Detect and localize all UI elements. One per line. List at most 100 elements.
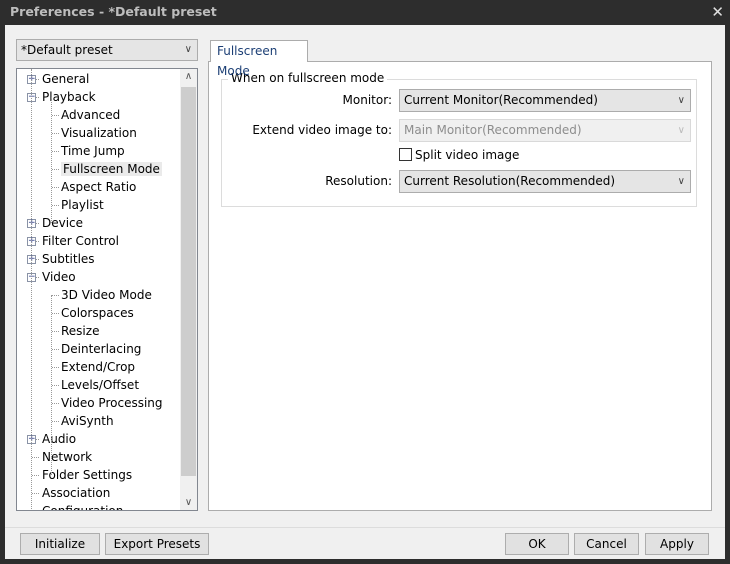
tree-connector [52,349,59,350]
tree-item-label: Video [42,270,76,284]
tree-item[interactable]: Deinterlacing [61,340,141,358]
monitor-value: Current Monitor(Recommended) [404,93,598,107]
tree-item-label: Resize [61,324,100,338]
tree-item[interactable]: Colorspaces [61,304,134,322]
chevron-down-icon: ∨ [184,44,192,55]
tree-item[interactable]: Video [42,268,76,286]
tree-item-label: General [42,72,90,86]
tree-connector [52,295,59,296]
settings-tree[interactable]: ∧ ∨ General + Playback − Advanced Visualizati… [16,68,198,511]
tree-item-label: Association [42,486,111,500]
scroll-down-icon[interactable]: ∨ [180,497,197,508]
fullscreen-group: When on fullscreen mode Monitor: Current… [221,71,697,207]
tree-item-label: Playlist [61,198,104,212]
tree-item[interactable]: Aspect Ratio [61,178,136,196]
tree-item[interactable]: Advanced [61,106,120,124]
monitor-label: Monitor: [342,93,392,107]
window-title: Preferences - *Default preset [10,4,217,19]
tree-connector [52,421,59,422]
tree-connector [52,115,59,116]
resolution-label: Resolution: [325,174,392,188]
tree-item[interactable]: Video Processing [61,394,163,412]
tree-item-label: Advanced [61,108,121,122]
ok-button[interactable]: OK [505,533,569,555]
scroll-up-icon[interactable]: ∧ [180,71,197,82]
tree-connector [52,385,59,386]
preset-value: *Default preset [21,43,113,57]
tree-item-label: Deinterlacing [61,342,142,356]
tree-item-label: Configuration [42,504,124,511]
tree-item[interactable]: Visualization [61,124,137,142]
tree-item[interactable]: Subtitles [42,250,95,268]
tree-item-label: Extend/Crop [61,360,136,374]
tree-item-label: Network [42,450,93,464]
tree-connector [52,403,59,404]
extend-value: Main Monitor(Recommended) [404,123,582,137]
tree-connector [32,493,39,494]
tree-item[interactable]: Device [42,214,83,232]
tree-item[interactable]: Configuration [42,502,124,511]
tree-item[interactable]: Time Jump [61,142,125,160]
tree-connector [32,475,39,476]
tree-connector [51,97,52,223]
apply-button[interactable]: Apply [645,533,709,555]
tree-item-label: Levels/Offset [61,378,140,392]
chevron-down-icon: ∨ [677,95,685,106]
tree-scrollbar[interactable]: ∧ ∨ [180,69,197,510]
tree-connector [52,313,59,314]
tree-connector [31,69,32,510]
tree-item-label: Subtitles [42,252,95,266]
tab-fullscreen-mode[interactable]: Fullscreen Mode [210,40,308,78]
tree-item[interactable]: Filter Control [42,232,119,250]
checkbox-box[interactable] [399,148,412,161]
preset-dropdown[interactable]: *Default preset ∨ [16,39,198,61]
monitor-dropdown[interactable]: Current Monitor(Recommended) ∨ [399,89,691,112]
tree-item-label: AviSynth [61,414,114,428]
scrollbar-thumb[interactable] [181,87,196,476]
tree-item[interactable]: General [42,70,89,88]
split-video-checkbox[interactable]: Split video image [399,148,519,162]
tree-item[interactable]: Resize [61,322,99,340]
tree-item[interactable]: AviSynth [61,412,114,430]
tree-item[interactable]: Levels/Offset [61,376,139,394]
tree-item-label: Colorspaces [61,306,134,320]
tree-item[interactable]: 3D Video Mode [61,286,152,304]
group-title: When on fullscreen mode [228,71,388,85]
title-bar: Preferences - *Default preset ✕ [0,0,730,25]
tree-item[interactable]: Audio [42,430,76,448]
tree-connector [32,457,39,458]
divider [5,527,725,528]
tree-item[interactable]: Fullscreen Mode [61,160,162,178]
tree-connector [52,187,59,188]
tree-item-label: Time Jump [61,144,125,158]
tree-item-label: 3D Video Mode [61,288,152,302]
cancel-button[interactable]: Cancel [574,533,639,555]
tree-item-label: Fullscreen Mode [61,162,162,176]
close-icon[interactable]: ✕ [711,0,724,24]
tree-connector [52,151,59,152]
export-presets-button[interactable]: Export Presets [105,533,209,555]
tree-item-label: Video Processing [61,396,163,410]
tree-item-label: Filter Control [42,234,119,248]
chevron-down-icon: ∨ [677,125,685,136]
resolution-dropdown[interactable]: Current Resolution(Recommended) ∨ [399,170,691,193]
tree-item[interactable]: Extend/Crop [61,358,135,376]
extend-label: Extend video image to: [252,123,392,137]
initialize-button[interactable]: Initialize [20,533,100,555]
tree-item-label: Audio [42,432,77,446]
tree-item-label: Device [42,216,84,230]
tree-item-label: Folder Settings [42,468,133,482]
tree-connector [52,331,59,332]
tree-connector [52,169,59,170]
tree-item[interactable]: Folder Settings [42,466,132,484]
chevron-down-icon: ∨ [677,176,685,187]
tree-item[interactable]: Network [42,448,92,466]
split-label: Split video image [415,148,520,162]
resolution-value: Current Resolution(Recommended) [404,174,616,188]
tree-item[interactable]: Association [42,484,110,502]
tree-item[interactable]: Playlist [61,196,104,214]
tree-connector [51,295,52,475]
extend-dropdown[interactable]: Main Monitor(Recommended) ∨ [399,119,691,142]
tree-connector [52,205,59,206]
tree-item-label: Aspect Ratio [61,180,137,194]
